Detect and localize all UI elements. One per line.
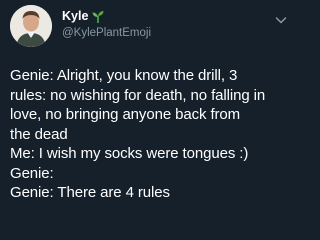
tweet-text-line: Me: I wish my socks were tongues :) [10, 145, 249, 162]
tweet-text: Genie: Alright, you know the drill, 3 ru… [10, 66, 298, 203]
tweet-text-line: Genie: [10, 164, 54, 182]
avatar[interactable] [10, 5, 52, 47]
tweet-card: Kyle @KylePlantEmoji Genie: Alright, you… [0, 0, 300, 240]
seedling-icon [92, 10, 104, 23]
tweet-text-line: the dead [10, 125, 68, 143]
display-name-row[interactable]: Kyle [62, 9, 151, 24]
tweet-text-line: rules: no wishing for death, no falling … [10, 86, 266, 104]
author-info: Kyle @KylePlantEmoji [62, 9, 151, 41]
avatar-photo [10, 5, 52, 47]
tweet-header: Kyle @KylePlantEmoji [10, 5, 290, 49]
user-handle[interactable]: @KylePlantEmoji [62, 26, 151, 41]
tweet-text-line: love, no bringing anyone back from [10, 106, 241, 123]
tweet-text-line: Genie: There are 4 rules [10, 184, 170, 201]
tweet-text-line: Genie: Alright, you know the drill, 3 [10, 67, 238, 84]
display-name[interactable]: Kyle [62, 9, 88, 24]
chevron-down-icon[interactable] [274, 13, 288, 27]
